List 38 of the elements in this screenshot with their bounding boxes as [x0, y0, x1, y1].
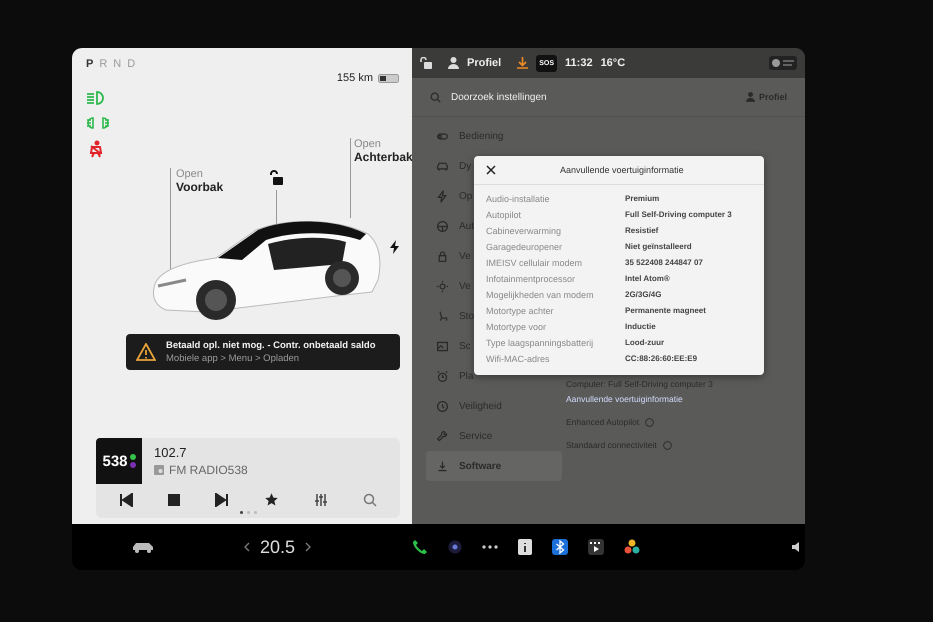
- front-trunk-label: Voorbak: [176, 180, 224, 194]
- alert-title: Betaald opl. niet mog. - Contr. onbetaald saldo: [166, 340, 376, 351]
- frequency-text: 102.7: [154, 445, 188, 460]
- gear-letter: R: [99, 58, 108, 70]
- alert-subtitle: Mobiele app > Menu > Opladen: [166, 353, 300, 364]
- info-value: CC:88:26:60:EE:E9: [624, 353, 698, 365]
- info-value: Inductie: [624, 321, 657, 333]
- info-value: Lood-zuur: [624, 337, 666, 349]
- info-label: Audio-installatie: [486, 193, 551, 206]
- outside-temperature: 16°C: [600, 57, 626, 69]
- info-value: Premium: [624, 193, 660, 205]
- gear-letter: N: [113, 58, 122, 70]
- range-text: 155 km: [336, 72, 373, 84]
- info-value: 35 522408 244847 07: [624, 257, 704, 269]
- info-label: Cabineverwarming: [486, 225, 562, 238]
- station-name: FM RADIO538: [169, 463, 248, 477]
- info-label: Type laagspanningsbatterij: [486, 337, 594, 350]
- info-value: Intel Atom®: [624, 273, 671, 285]
- info-value: Resistief: [624, 225, 660, 237]
- info-label: Infotainmentprocessor: [486, 273, 576, 286]
- info-label: Autopilot: [486, 209, 522, 222]
- station-logo-text: 538: [102, 452, 128, 470]
- dialog-title: Aanvullende voertuiginformatie: [560, 165, 684, 175]
- info-label: Motortype voor: [486, 321, 548, 334]
- clock-time: 11:32: [565, 57, 593, 69]
- gear-letter: D: [127, 58, 136, 70]
- gear-letter: P: [86, 58, 94, 70]
- info-label: Wifi-MAC-adres: [486, 353, 551, 366]
- info-label: Mogelijkheden van modem: [486, 289, 595, 302]
- info-value: Niet geïnstalleerd: [624, 241, 693, 253]
- info-value: 2G/3G/4G: [624, 289, 662, 301]
- info-value: Full Self-Driving computer 3: [624, 209, 733, 221]
- info-label: Garagedeuropener: [486, 241, 564, 254]
- cabin-temperature: 20.5: [260, 536, 296, 558]
- info-value: Permanente magneet: [624, 305, 707, 317]
- info-label: IMEISV cellulair modem: [486, 257, 584, 270]
- info-label: Motortype achter: [486, 305, 555, 318]
- rear-trunk-label: Achterbak: [354, 150, 413, 164]
